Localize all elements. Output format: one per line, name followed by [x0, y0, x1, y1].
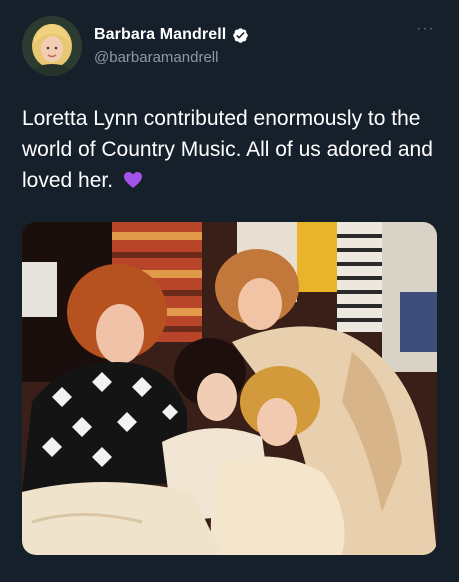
photo-image: [22, 222, 437, 555]
tweet-photo[interactable]: [22, 222, 437, 555]
tweet-body: Loretta Lynn contributed enormously to t…: [22, 107, 433, 192]
author-name-row[interactable]: Barbara Mandrell: [94, 26, 249, 44]
verified-badge-icon: [232, 27, 249, 44]
tweet-card: Barbara Mandrell @barbaramandrell ··· Lo…: [0, 0, 459, 582]
purple-heart-icon: [123, 167, 143, 188]
avatar[interactable]: [22, 16, 82, 76]
avatar-image: [22, 16, 82, 76]
tweet-text: Loretta Lynn contributed enormously to t…: [22, 103, 442, 196]
more-options-icon[interactable]: ···: [416, 21, 435, 37]
author-display-name[interactable]: Barbara Mandrell: [94, 26, 226, 44]
author-handle[interactable]: @barbaramandrell: [94, 49, 218, 66]
